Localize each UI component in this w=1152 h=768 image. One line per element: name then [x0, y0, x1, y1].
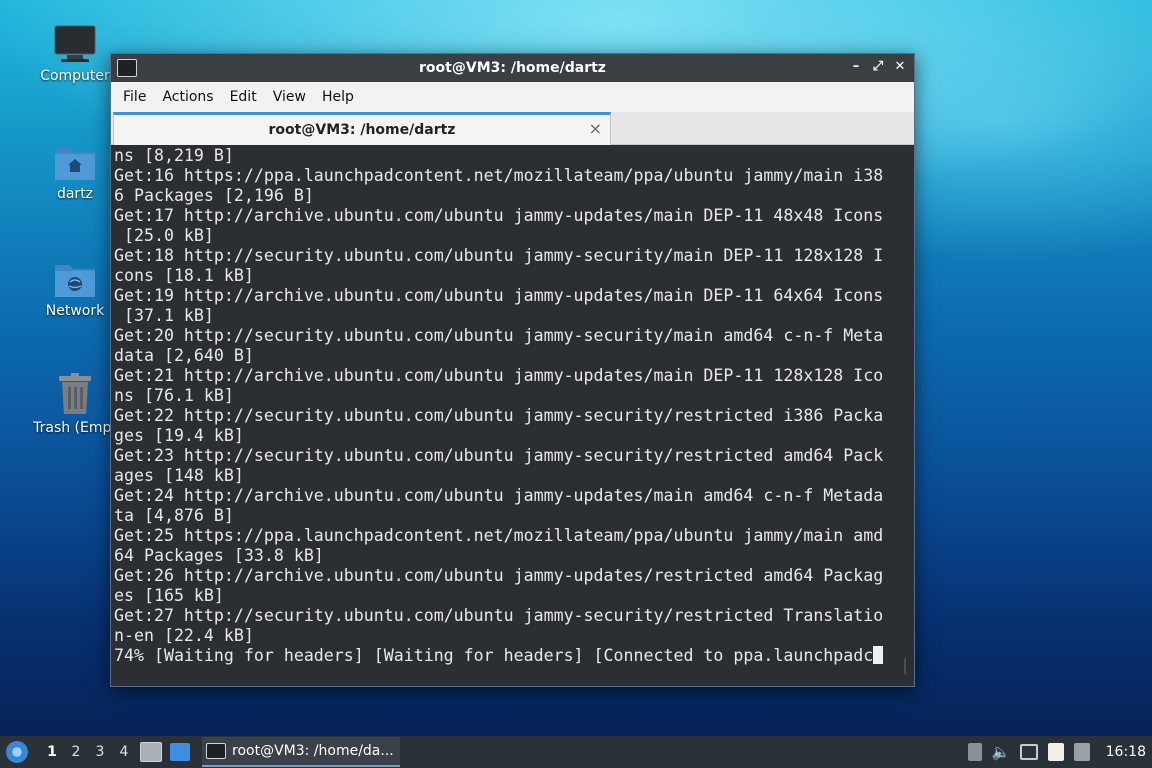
terminal-line: Get:25 https://ppa.launchpadcontent.net/… [114, 526, 884, 545]
terminal-line: ns [8,219 B] [114, 146, 234, 165]
clipboard-icon[interactable] [1047, 743, 1064, 761]
terminal-line: Get:18 http://security.ubuntu.com/ubuntu… [114, 246, 884, 265]
terminal-line: Get:21 http://archive.ubuntu.com/ubuntu … [114, 366, 884, 385]
desktop-icon-label: dartz [56, 186, 94, 202]
text-cursor [873, 646, 884, 664]
terminal-line: Get:17 http://archive.ubuntu.com/ubuntu … [114, 206, 884, 225]
progress-text: 74% [Waiting for headers] [Waiting for h… [114, 646, 874, 665]
maximize-button[interactable]: ⤢ [870, 58, 886, 76]
terminal-line: 64 Packages [33.8 kB] [114, 546, 324, 565]
terminal-line: Get:26 http://archive.ubuntu.com/ubuntu … [114, 566, 884, 585]
desktop-icon-network[interactable]: Network [27, 259, 123, 319]
volume-icon[interactable]: 🔈 [992, 743, 1011, 761]
workspace-2[interactable]: 2 [64, 744, 88, 760]
menu-help[interactable]: Help [314, 89, 362, 105]
desktop-icon-label: Computer [40, 68, 110, 84]
window-titlebar[interactable]: root@VM3: /home/dartz – ⤢ ✕ [111, 54, 914, 82]
terminal-line: Get:22 http://security.ubuntu.com/ubuntu… [114, 406, 884, 425]
desktop-icon-dartz[interactable]: dartz [27, 142, 123, 202]
desktop-icon-computer[interactable]: Computer [27, 24, 123, 84]
terminal-line: cons [18.1 kB] [114, 266, 254, 285]
terminal-line: 6 Packages [2,196 B] [114, 186, 314, 205]
close-button[interactable]: ✕ [892, 58, 908, 76]
terminal-app-icon [117, 59, 137, 77]
terminal-line: [37.1 kB] [114, 306, 214, 325]
terminal-line: Get:16 https://ppa.launchpadcontent.net/… [114, 166, 884, 185]
terminal-line: es [165 kB] [114, 586, 224, 605]
start-menu-icon[interactable] [6, 741, 28, 763]
clock[interactable]: 16:18 [1106, 744, 1146, 760]
terminal-line: data [2,640 B] [114, 346, 254, 365]
workspace-1[interactable]: 1 [40, 744, 64, 760]
menu-view[interactable]: View [265, 89, 314, 105]
network-icon[interactable] [1019, 744, 1038, 760]
terminal-line: ns [76.1 kB] [114, 386, 234, 405]
terminal-line: Get:20 http://security.ubuntu.com/ubuntu… [114, 326, 884, 345]
minimize-button[interactable]: – [848, 58, 864, 76]
terminal-output[interactable]: ns [8,219 B] Get:16 https://ppa.launchpa… [114, 146, 906, 680]
system-tray: 🔈 16:18 [967, 743, 1152, 761]
show-desktop-icon[interactable] [170, 743, 190, 761]
taskbar: 1 2 3 4 root@VM3: /home/da... 🔈 16:18 [0, 736, 1152, 768]
workspace-4[interactable]: 4 [112, 744, 136, 760]
menu-bar: File Actions Edit View Help [111, 82, 914, 112]
trash-icon [59, 373, 91, 414]
taskbar-item-terminal[interactable]: root@VM3: /home/da... [202, 737, 400, 767]
desktop-icon-label: Network [45, 303, 105, 319]
workspace-3[interactable]: 3 [88, 744, 112, 760]
eject-icon[interactable] [967, 743, 982, 761]
terminal-line: ges [19.4 kB] [114, 426, 244, 445]
notification-icon[interactable] [1073, 743, 1090, 761]
tab-close-icon[interactable]: × [589, 119, 602, 138]
terminal-window[interactable]: root@VM3: /home/dartz – ⤢ ✕ File Actions… [110, 53, 915, 687]
terminal-line: ta [4,876 B] [114, 506, 234, 525]
terminal-line: Get:23 http://security.ubuntu.com/ubuntu… [114, 446, 884, 465]
monitor-icon [54, 25, 96, 62]
terminal-line: [25.0 kB] [114, 226, 214, 245]
terminal-line: Get:27 http://security.ubuntu.com/ubuntu… [114, 606, 884, 625]
home-folder-icon [55, 148, 95, 180]
terminal-line: ages [148 kB] [114, 466, 244, 485]
scrollbar-thumb[interactable] [904, 656, 906, 676]
menu-edit[interactable]: Edit [222, 89, 265, 105]
terminal-task-icon [206, 743, 226, 759]
terminal-line: Get:24 http://archive.ubuntu.com/ubuntu … [114, 486, 884, 505]
file-manager-launcher-icon[interactable] [140, 742, 162, 762]
window-title: root@VM3: /home/dartz [419, 60, 606, 76]
tab-label: root@VM3: /home/dartz [268, 122, 456, 138]
terminal-line: Get:19 http://archive.ubuntu.com/ubuntu … [114, 286, 884, 305]
menu-actions[interactable]: Actions [154, 89, 221, 105]
network-folder-icon [55, 265, 95, 297]
terminal-line: n-en [22.4 kB] [114, 626, 254, 645]
terminal-progress-line: 74% [Waiting for headers] [Waiting for h… [114, 646, 906, 666]
task-label: root@VM3: /home/da... [232, 743, 394, 759]
tab-bar: root@VM3: /home/dartz × [111, 112, 914, 145]
tab-terminal[interactable]: root@VM3: /home/dartz × [113, 112, 611, 145]
menu-file[interactable]: File [115, 89, 154, 105]
